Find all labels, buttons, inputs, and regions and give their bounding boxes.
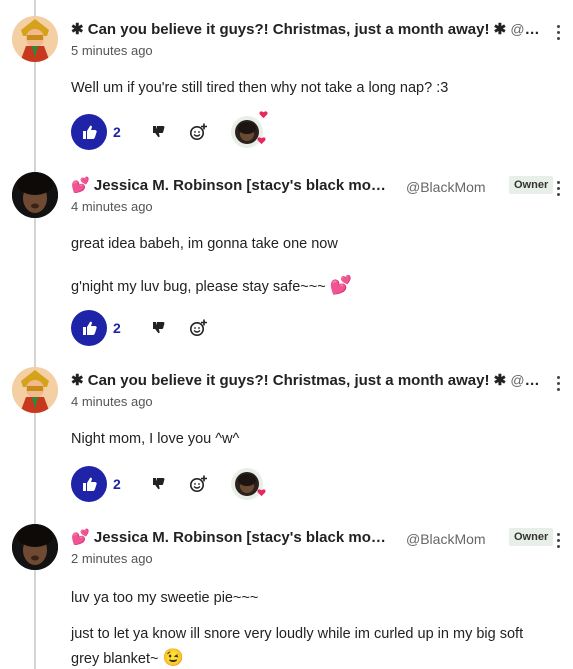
like-count: 2	[113, 476, 121, 492]
comment-author[interactable]: ✱ Can you believe it guys?! Christmas, j…	[71, 20, 541, 38]
creator-reaction[interactable]	[231, 111, 268, 148]
comment-actions: 2	[71, 310, 331, 346]
reactor-avatar	[235, 120, 259, 144]
add-reaction-icon[interactable]	[189, 475, 207, 493]
like-button[interactable]	[71, 114, 107, 150]
comment-author[interactable]: ✱ Can you believe it guys?! Christmas, j…	[71, 371, 541, 389]
more-vertical-icon[interactable]	[556, 25, 562, 43]
avatar[interactable]	[12, 367, 58, 413]
owner-badge: Owner	[509, 528, 554, 546]
author-handle[interactable]: @Re...	[510, 21, 541, 38]
thumbs-down-icon[interactable]	[151, 124, 167, 140]
comment-timestamp[interactable]: 4 minutes ago	[71, 199, 153, 214]
comment-author[interactable]: 💕 Jessica M. Robinson [stacy's black mom…	[71, 176, 391, 194]
more-vertical-icon[interactable]	[556, 376, 562, 394]
comment-text: just to let ya know ill snore very loudl…	[71, 626, 524, 642]
comment-text: great idea babeh, im gonna take one now	[71, 236, 338, 252]
author-handle[interactable]: @BlackMom	[406, 179, 486, 195]
comment-text: g'night my luv bug, please stay safe~~~ …	[71, 275, 353, 295]
like-button[interactable]	[71, 310, 107, 346]
more-vertical-icon[interactable]	[556, 181, 562, 199]
comment-actions: 2	[71, 466, 331, 502]
two-hearts-emoji: 💕	[71, 529, 90, 546]
author-handle[interactable]: @Re...	[510, 372, 541, 389]
creator-reaction[interactable]	[231, 468, 266, 500]
avatar[interactable]	[12, 172, 58, 218]
thumbs-up-icon	[83, 477, 97, 491]
comment-timestamp[interactable]: 4 minutes ago	[71, 394, 153, 409]
avatar[interactable]	[12, 524, 58, 570]
add-reaction-icon[interactable]	[189, 123, 207, 141]
comment-text: luv ya too my sweetie pie~~~	[71, 590, 259, 606]
two-hearts-emoji: 💕	[71, 177, 90, 194]
comment-actions: 2	[71, 111, 331, 150]
winking-face-emoji: 😉	[162, 648, 184, 667]
comment-author[interactable]: 💕 Jessica M. Robinson [stacy's black mom…	[71, 528, 391, 546]
more-vertical-icon[interactable]	[556, 533, 562, 551]
comment-text: Night mom, I love you ^w^	[71, 431, 240, 447]
add-reaction-icon[interactable]	[189, 319, 207, 337]
heart-icon	[259, 111, 268, 119]
two-hearts-emoji: 💕	[329, 275, 353, 295]
like-button[interactable]	[71, 466, 107, 502]
like-count: 2	[113, 320, 121, 336]
reactor-avatar	[235, 472, 259, 496]
comment-text: Well um if you're still tired then why n…	[71, 80, 449, 96]
thumbs-down-icon[interactable]	[151, 476, 167, 492]
comment-timestamp[interactable]: 5 minutes ago	[71, 43, 153, 58]
author-handle[interactable]: @BlackMom	[406, 531, 486, 547]
thumbs-up-icon	[83, 321, 97, 335]
heart-icon	[257, 489, 266, 497]
comment-timestamp[interactable]: 2 minutes ago	[71, 551, 153, 566]
avatar[interactable]	[12, 16, 58, 62]
thumbs-down-icon[interactable]	[151, 320, 167, 336]
thumbs-up-icon	[83, 125, 97, 139]
comment-text: grey blanket~ 😉	[71, 648, 184, 667]
like-count: 2	[113, 124, 121, 140]
owner-badge: Owner	[509, 176, 554, 194]
heart-icon	[257, 137, 266, 145]
